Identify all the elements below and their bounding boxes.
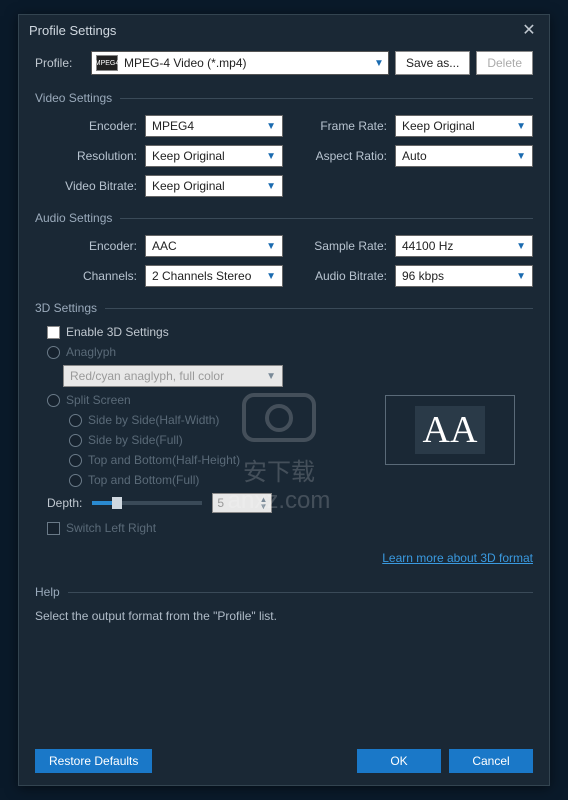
video-settings-section: Video Settings Encoder: MPEG4▼ Frame Rat… [35,91,533,197]
chevron-down-icon: ▼ [266,151,276,162]
save-as-button[interactable]: Save as... [395,51,470,75]
profile-select[interactable]: MPEG4 MPEG-4 Video (*.mp4) ▼ [91,51,389,75]
close-icon[interactable]: ✕ [519,20,539,40]
enable-3d-label: Enable 3D Settings [66,325,169,339]
chevron-down-icon: ▼ [516,121,526,132]
switch-lr-label: Switch Left Right [66,521,156,535]
sbs-full-radio [69,434,82,447]
chevron-down-icon: ▼ [374,58,384,69]
spinner-arrows-icon: ▲▼ [259,496,267,510]
anaglyph-mode-select: Red/cyan anaglyph, full color ▼ [63,365,283,387]
sample-rate-label: Sample Rate: [295,239,395,253]
chevron-down-icon: ▼ [266,241,276,252]
audio-bitrate-label: Audio Bitrate: [295,269,395,283]
audio-bitrate-select[interactable]: 96 kbps▼ [395,265,533,287]
video-bitrate-label: Video Bitrate: [35,179,145,193]
sbs-half-label: Side by Side(Half-Width) [88,413,219,427]
mpeg4-icon: MPEG4 [96,55,118,71]
depth-spinner: 5 ▲▼ [212,493,272,513]
dialog-title: Profile Settings [29,23,519,38]
anaglyph-radio [47,346,60,359]
frame-rate-label: Frame Rate: [295,119,395,133]
aspect-ratio-select[interactable]: Auto▼ [395,145,533,167]
profile-value: MPEG-4 Video (*.mp4) [124,56,368,70]
cancel-button[interactable]: Cancel [449,749,533,773]
tab-half-label: Top and Bottom(Half-Height) [88,453,240,467]
chevron-down-icon: ▼ [266,371,276,382]
anaglyph-label: Anaglyph [66,345,116,359]
sample-rate-select[interactable]: 44100 Hz▼ [395,235,533,257]
profile-settings-dialog: Profile Settings ✕ Profile: MPEG4 MPEG-4… [18,14,550,786]
frame-rate-select[interactable]: Keep Original▼ [395,115,533,137]
help-text: Select the output format from the "Profi… [35,609,533,623]
help-section: Help Select the output format from the "… [35,585,533,623]
channels-label: Channels: [35,269,145,283]
video-encoder-select[interactable]: MPEG4▼ [145,115,283,137]
chevron-down-icon: ▼ [516,241,526,252]
resolution-label: Resolution: [35,149,145,163]
dialog-footer: Restore Defaults OK Cancel [35,749,533,773]
titlebar: Profile Settings ✕ [19,15,549,45]
help-section-title: Help [35,585,60,599]
restore-defaults-button[interactable]: Restore Defaults [35,749,152,773]
tab-full-label: Top and Bottom(Full) [88,473,199,487]
sbs-full-label: Side by Side(Full) [88,433,183,447]
encoder-label: Encoder: [35,119,145,133]
sbs-half-radio [69,414,82,427]
divider [120,218,533,219]
ok-button[interactable]: OK [357,749,441,773]
divider [120,98,533,99]
depth-label: Depth: [47,496,82,510]
divider [68,592,533,593]
chevron-down-icon: ▼ [516,151,526,162]
tab-full-radio [69,474,82,487]
3d-section-title: 3D Settings [35,301,97,315]
split-screen-label: Split Screen [66,393,131,407]
audio-encoder-select[interactable]: AAC▼ [145,235,283,257]
3d-preview-text: AA [415,406,486,454]
profile-label: Profile: [35,56,85,70]
audio-encoder-label: Encoder: [35,239,145,253]
chevron-down-icon: ▼ [266,271,276,282]
depth-slider [92,501,202,505]
slider-thumb [112,497,122,509]
audio-settings-section: Audio Settings Encoder: AAC▼ Sample Rate… [35,211,533,287]
switch-lr-checkbox [47,522,60,535]
3d-preview-box: AA [385,395,515,465]
video-section-title: Video Settings [35,91,112,105]
delete-button: Delete [476,51,533,75]
split-screen-radio [47,394,60,407]
profile-row: Profile: MPEG4 MPEG-4 Video (*.mp4) ▼ Sa… [35,51,533,75]
resolution-select[interactable]: Keep Original▼ [145,145,283,167]
audio-section-title: Audio Settings [35,211,112,225]
chevron-down-icon: ▼ [516,271,526,282]
enable-3d-checkbox[interactable] [47,326,60,339]
video-bitrate-select[interactable]: Keep Original▼ [145,175,283,197]
chevron-down-icon: ▼ [266,121,276,132]
channels-select[interactable]: 2 Channels Stereo▼ [145,265,283,287]
aspect-ratio-label: Aspect Ratio: [295,149,395,163]
chevron-down-icon: ▼ [266,181,276,192]
divider [105,308,533,309]
learn-more-link[interactable]: Learn more about 3D format [382,551,533,565]
tab-half-radio [69,454,82,467]
